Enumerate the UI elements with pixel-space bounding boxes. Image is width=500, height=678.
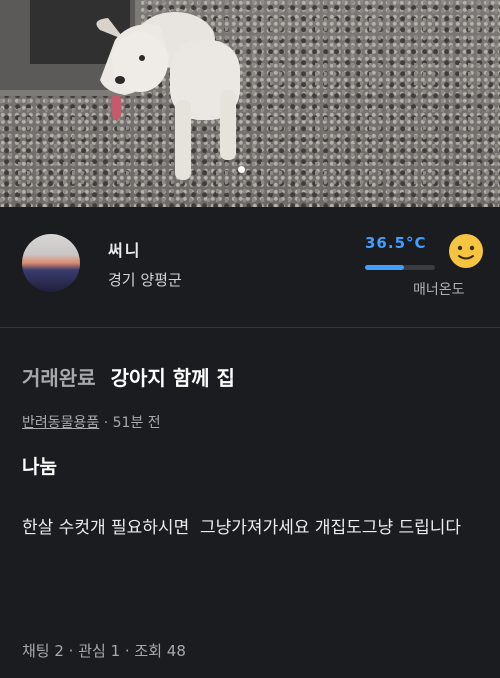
listing-meta: 반려동물용품 · 51분 전 [22, 412, 161, 432]
carousel-dot[interactable] [238, 166, 245, 173]
seller-location: 경기 양평군 [108, 271, 182, 289]
smile-face-icon [449, 234, 483, 268]
listing-description: 한살 수컷개 필요하시면 그냥가져가세요 개집도그냥 드립니다 [22, 518, 462, 538]
manner-label[interactable]: 매너온도 [413, 279, 465, 299]
avatar[interactable] [22, 234, 80, 292]
category-link[interactable]: 반려동물용품 [22, 415, 99, 431]
seller-profile[interactable]: 써니 경기 양평군 36.5°C 매너온도 [0, 207, 500, 328]
dog-illustration [96, 12, 240, 180]
listing-title: 강아지 함께 집 [110, 366, 235, 390]
listing-stats: 채팅 2 · 관심 1 · 조회 48 [22, 642, 186, 660]
manner-temperature-bar [365, 265, 435, 270]
listing-title-row: 거래완료 강아지 함께 집 [22, 362, 235, 391]
seller-nickname[interactable]: 써니 [108, 237, 141, 261]
time-ago: · 51분 전 [99, 415, 161, 431]
manner-temperature-fill [365, 265, 404, 270]
manner-temperature: 36.5°C [365, 234, 427, 252]
listing-price: 나눔 [22, 456, 57, 478]
product-image[interactable] [0, 0, 500, 207]
status-badge: 거래완료 [22, 366, 96, 390]
